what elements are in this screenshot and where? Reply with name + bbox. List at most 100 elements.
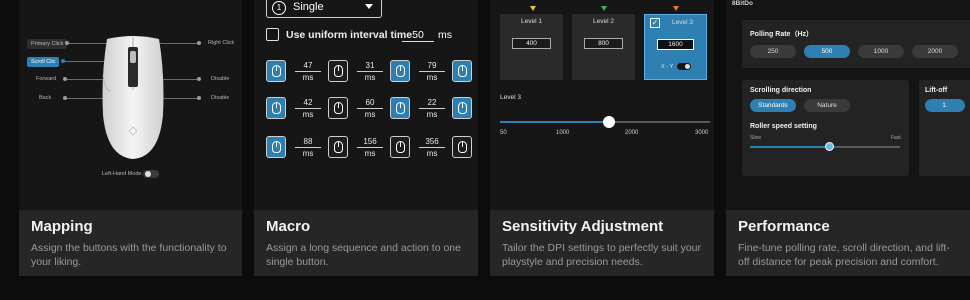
card-description: Fine-tune polling rate, scroll direction… <box>738 242 950 268</box>
macro-interval[interactable]: 356 ms <box>419 137 445 158</box>
interval-unit: ms <box>302 110 314 119</box>
uniform-interval-label: Use uniform interval time <box>286 29 413 41</box>
mapping-screen: Primary Click Scroll Clic Forward Back R… <box>19 0 242 210</box>
polling-1000-button[interactable]: 1000 <box>858 45 904 58</box>
interval-value: 156 <box>357 137 383 148</box>
uniform-interval-input[interactable]: 50 <box>402 29 434 42</box>
interval-value: 42 <box>295 98 321 109</box>
macro-key-icon[interactable] <box>452 97 472 119</box>
right-click-label[interactable]: Right Click <box>208 40 234 46</box>
macro-interval[interactable]: 42 ms <box>295 98 321 119</box>
roller-slider-fill <box>750 146 830 148</box>
performance-card: 8BitDo Polling Rate（Hz） 250 500 1000 200… <box>726 0 970 276</box>
mode-index-icon: 1 <box>272 1 286 15</box>
level-2-marker <box>601 6 607 11</box>
macro-card: 1 Single Use uniform interval time 50 ms… <box>254 0 478 276</box>
liftoff-button[interactable]: 1. <box>925 99 965 112</box>
interval-value: 356 <box>419 137 445 148</box>
macro-interval[interactable]: 47 ms <box>295 61 321 82</box>
mouse-illustration <box>102 36 164 159</box>
mouse-button-icon <box>457 102 467 114</box>
macro-interval[interactable]: 22 ms <box>419 98 445 119</box>
uniform-interval-checkbox[interactable] <box>266 28 279 41</box>
scroll-click-label[interactable]: Scroll Clic <box>27 57 60 67</box>
polling-250-button[interactable]: 250 <box>750 45 796 58</box>
mouse-button-icon <box>271 65 281 77</box>
interval-value: 47 <box>295 61 321 72</box>
macro-key-icon[interactable] <box>266 60 286 82</box>
macro-interval[interactable]: 88 ms <box>295 137 321 158</box>
level-1-marker <box>530 6 536 11</box>
level-name: Level 2 <box>593 18 614 25</box>
macro-key-icon[interactable] <box>452 60 472 82</box>
polling-2000-button[interactable]: 2000 <box>912 45 958 58</box>
interval-unit: ms <box>426 73 438 82</box>
dpi-slider-thumb[interactable] <box>603 116 616 128</box>
card-description: Assign the buttons with the functionalit… <box>31 242 227 268</box>
macro-screen: 1 Single Use uniform interval time 50 ms… <box>254 0 478 210</box>
macro-interval[interactable]: 79 ms <box>419 61 445 82</box>
polling-rate-label: Polling Rate（Hz） <box>750 31 814 38</box>
scroll-nature-button[interactable]: Nature <box>804 99 850 112</box>
level-value[interactable]: 400 <box>512 38 551 49</box>
left-hand-mode-toggle[interactable] <box>143 170 159 178</box>
interval-unit: ms <box>302 73 314 82</box>
scroll-direction-label: Scrolling direction <box>750 87 812 94</box>
macro-interval[interactable]: 156 ms <box>357 137 383 158</box>
level-value[interactable]: 1600 <box>657 39 694 50</box>
interval-value: 31 <box>357 61 383 72</box>
dpi-tick-label: 50 <box>500 130 507 136</box>
scroll-standards-button[interactable]: Standards <box>750 99 796 112</box>
interval-value: 79 <box>419 61 445 72</box>
dpi-slider-track[interactable] <box>500 116 710 128</box>
performance-footer: Performance Fine-tune polling rate, scro… <box>726 210 970 276</box>
interval-value: 88 <box>295 137 321 148</box>
mouse-button-icon <box>395 65 405 77</box>
back-label[interactable]: Back <box>39 95 51 101</box>
macro-key-icon[interactable] <box>452 136 472 158</box>
macro-key-icon[interactable] <box>390 97 410 119</box>
dpi-level-1[interactable]: Level 1 400 <box>500 14 563 80</box>
level-value[interactable]: 800 <box>584 38 623 49</box>
polling-500-button[interactable]: 500 <box>804 45 850 58</box>
dpi-tick-label: 1000 <box>556 130 570 136</box>
forward-label[interactable]: Forward <box>36 76 56 82</box>
dpi-tick-label: 2000 <box>625 130 639 136</box>
macro-key-icon[interactable] <box>266 97 286 119</box>
macro-footer: Macro Assign a long sequence and action … <box>254 210 478 276</box>
polling-panel <box>742 20 970 68</box>
macro-key-icon[interactable] <box>390 60 410 82</box>
disable-label-2[interactable]: Disable <box>211 95 229 101</box>
dpi-level-2[interactable]: Level 2 800 <box>572 14 635 80</box>
macro-key-icon[interactable] <box>328 97 348 119</box>
macro-interval[interactable]: 60 ms <box>357 98 383 119</box>
macro-key-icon[interactable] <box>390 136 410 158</box>
interval-value: 22 <box>419 98 445 109</box>
xy-label: X - Y <box>661 64 674 70</box>
macro-key-icon[interactable] <box>328 136 348 158</box>
card-title: Macro <box>266 218 311 235</box>
sensitivity-footer: Sensitivity Adjustment Tailor the DPI se… <box>490 210 714 276</box>
xy-toggle[interactable] <box>677 63 691 70</box>
disable-label-1[interactable]: Disable <box>211 76 229 82</box>
mouse-button-icon <box>333 65 343 77</box>
macro-key-icon[interactable] <box>328 60 348 82</box>
macro-interval[interactable]: 31 ms <box>357 61 383 82</box>
mouse-button-icon <box>395 141 405 153</box>
macro-key-icon[interactable] <box>266 136 286 158</box>
chevron-down-icon <box>365 4 373 9</box>
roller-slider-track[interactable] <box>750 142 900 151</box>
primary-click-label[interactable]: Primary Click <box>27 39 68 49</box>
macro-mode-dropdown[interactable]: 1 Single <box>266 0 382 18</box>
level-name: Level 3 <box>672 19 693 26</box>
roller-fast-label: Fast <box>891 135 901 141</box>
sensitivity-card: Level 1 400 Level 2 800 ✓ Level 3 1600 X… <box>490 0 714 276</box>
roller-slider-thumb[interactable] <box>824 142 834 151</box>
interval-unit: ms <box>364 73 376 82</box>
card-title: Sensitivity Adjustment <box>502 218 664 235</box>
liftoff-label: Lift-off <box>925 87 948 94</box>
dpi-level-3[interactable]: ✓ Level 3 1600 X - Y <box>644 14 707 80</box>
interval-unit: ms <box>426 149 438 158</box>
interval-value: 60 <box>357 98 383 109</box>
card-title: Performance <box>738 218 830 235</box>
